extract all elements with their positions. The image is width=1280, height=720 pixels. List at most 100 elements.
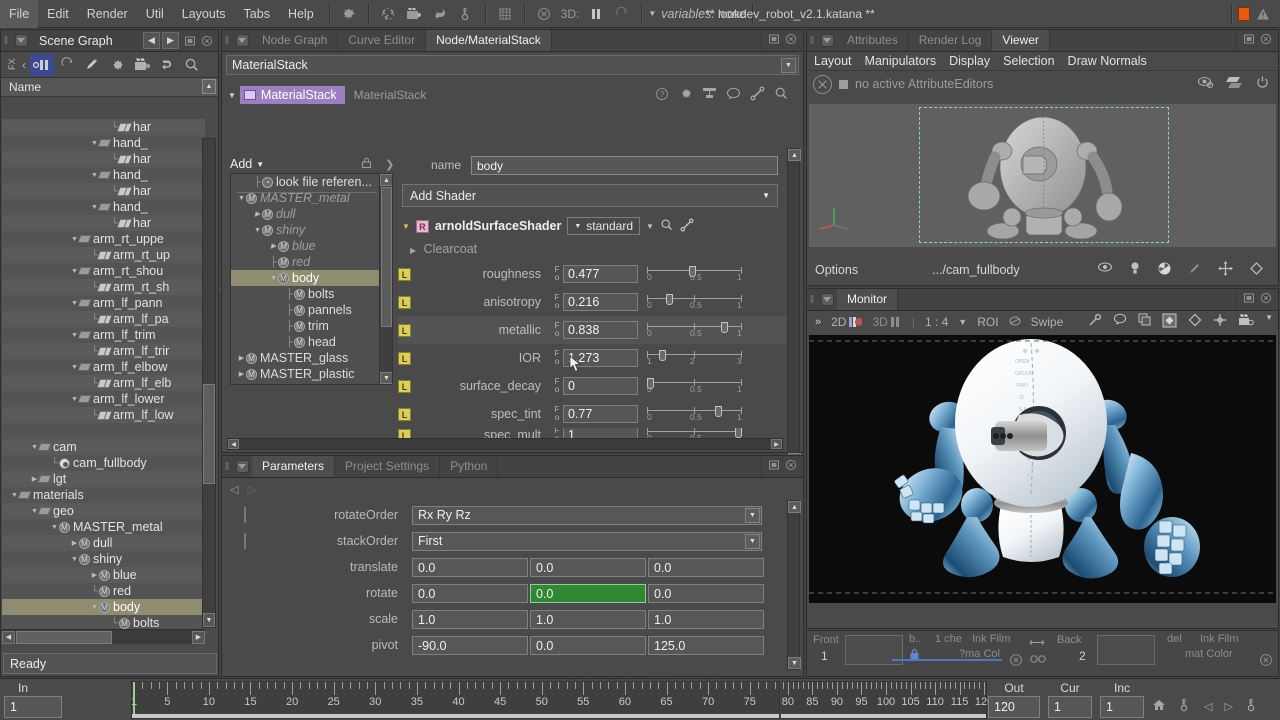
eyedropper-icon[interactable] (1088, 313, 1102, 331)
rotate-icon[interactable] (1249, 261, 1264, 279)
tab-node-graph[interactable]: Node Graph (252, 30, 339, 51)
params-horizontal-scrollbar[interactable]: ◀ ▶ (227, 438, 783, 450)
expression-icon[interactable]: Fo (551, 406, 563, 422)
record-indicator[interactable] (1238, 7, 1250, 21)
scroll-down-button[interactable]: ▼ (380, 372, 392, 384)
options-label[interactable]: Options (815, 263, 858, 277)
scroll-up-button[interactable]: ▲ (788, 501, 801, 513)
panel-menu-icon[interactable] (232, 456, 252, 477)
chevron-down-icon[interactable]: ▼ (228, 91, 236, 100)
parameter-value-z[interactable]: 125.0 (648, 635, 764, 655)
center-icon[interactable] (1213, 313, 1227, 331)
lock-badge[interactable]: L (398, 323, 411, 337)
close-icon[interactable] (1260, 33, 1272, 48)
scene-graph-row[interactable]: ▼ Mbody (2, 599, 205, 615)
tab-parameters[interactable]: Parameters (252, 456, 336, 477)
node-chip[interactable]: MaterialStack (239, 86, 345, 104)
parameter-select[interactable]: Rx Ry Rz ▼ (412, 505, 762, 525)
chevron-down-icon[interactable]: ▼ (1265, 313, 1273, 331)
parameter-value-x[interactable]: 1.0 (412, 609, 528, 629)
monitor-swipe-button[interactable]: Swipe (1031, 315, 1064, 329)
pencil-icon[interactable] (80, 54, 104, 76)
move-icon[interactable] (1218, 261, 1233, 279)
close-icon[interactable] (1260, 292, 1272, 307)
shader-param-row[interactable]: Lspec_tint Fo 0.77 0 0.5 1 (398, 400, 798, 428)
search-icon[interactable] (660, 218, 674, 235)
scene-graph-row[interactable]: ▼ materials (2, 487, 205, 503)
scene-graph-row[interactable]: └ har (2, 151, 205, 167)
camera-path-label[interactable]: .../cam_fullbody (932, 263, 1020, 277)
shader-param-slider[interactable]: 00.51 (647, 377, 742, 395)
material-stack-row[interactable]: ▶ Mdull (231, 206, 392, 222)
material-stack-row[interactable]: ├ ◔ look file referen... (231, 174, 392, 190)
comment-icon[interactable] (1113, 313, 1127, 331)
scroll-left-button[interactable]: ◀ (2, 630, 15, 644)
nav-back-button[interactable]: ◀ (143, 32, 160, 49)
monitor-3d-button[interactable]: 3D (872, 315, 901, 329)
shader-param-row[interactable]: L IOR Fo 1.273 1 2 3 (398, 344, 798, 372)
shader-param-slider[interactable]: 00.51 (647, 293, 742, 311)
chevron-right-icon[interactable]: ❯ (385, 158, 394, 171)
shutter-icon[interactable] (1157, 261, 1172, 279)
inc-input[interactable]: 1 (1100, 696, 1144, 718)
parameters-vertical-scrollbar[interactable]: ▲ ▼ (787, 500, 801, 670)
viewer-menu-draw-normals[interactable]: Draw Normals (1068, 54, 1147, 68)
home-icon[interactable] (1152, 698, 1166, 715)
tab-python[interactable]: Python (440, 456, 499, 477)
chevron-left-icon[interactable]: ‹ (19, 54, 29, 76)
name-input[interactable]: body (471, 155, 778, 175)
material-stack-row[interactable]: ▼ Mshiny (231, 222, 392, 238)
scene-graph-row[interactable]: ▶ Mdull (2, 535, 205, 551)
shader-param-slider[interactable]: 00.51 (647, 405, 742, 423)
lock-badge[interactable]: L (398, 295, 411, 309)
parameter-checkbox[interactable] (244, 507, 246, 523)
scene-graph-row[interactable]: └ arm_rt_up (2, 247, 205, 263)
nav-forward-button[interactable]: ▶ (162, 32, 179, 49)
link-icon[interactable] (1029, 653, 1047, 668)
shader-param-row[interactable]: Lmetallic Fo 0.838 0 0.5 1 (398, 316, 798, 344)
panel-menu-icon[interactable] (11, 34, 31, 47)
scene-graph-row[interactable] (2, 423, 205, 439)
scroll-up-button[interactable]: ▲ (380, 174, 392, 186)
monitor-2d-button[interactable]: 2D (831, 315, 863, 329)
chevron-down-icon[interactable]: ▼ (50, 524, 59, 531)
scene-graph-row[interactable]: ▼ arm_rt_shou (2, 263, 205, 279)
chevron-right-icon[interactable]: ▶ (237, 354, 246, 362)
swap-icon[interactable]: ⟷ (1029, 636, 1045, 649)
monitor-ratio-label[interactable]: 1 : 4 (925, 315, 948, 329)
refresh-icon[interactable] (55, 54, 79, 76)
shader-param-slider[interactable]: 00.51 (647, 321, 742, 339)
keyframe-icon[interactable] (30, 53, 54, 76)
parameter-value-x[interactable]: 0.0 (412, 557, 528, 577)
scroll-right-button[interactable]: ▶ (192, 630, 205, 644)
scroll-thumb[interactable] (381, 187, 392, 327)
material-stack-row[interactable]: ▼ Mbody (231, 270, 392, 286)
lock-icon[interactable] (360, 156, 373, 172)
chevron-down-icon[interactable]: ▼ (269, 275, 278, 282)
material-stack-tree[interactable]: ├ ◔ look file referen... ▼ M MASTER_metal ▶ Mdu… (230, 173, 393, 385)
scroll-up-button[interactable]: ▲ (202, 79, 216, 94)
gear-icon[interactable] (678, 86, 693, 104)
lock-badge[interactable]: L (398, 407, 411, 421)
chevron-down-icon[interactable]: ▼ (958, 317, 967, 327)
shader-param-input[interactable]: 1.273 (563, 349, 638, 367)
tab-node-materialstack[interactable]: Node/MaterialStack (426, 30, 552, 51)
render-output-image[interactable]: OPENGROUP PRO11 S 63 V (809, 335, 1276, 603)
scroll-up-button[interactable]: ▲ (788, 149, 801, 161)
tab-attributes[interactable]: Attributes (837, 30, 909, 51)
material-stack-row[interactable]: ▶ Mblue (231, 238, 392, 254)
shader-param-input[interactable]: 0.216 (563, 293, 638, 311)
tab-viewer[interactable]: Viewer (992, 30, 1050, 51)
chevron-right-icon[interactable]: ▶ (70, 539, 79, 547)
chevron-down-icon[interactable]: ▼ (745, 533, 760, 549)
node-path-field[interactable]: MaterialStack ▼ (226, 55, 799, 75)
maximize-icon[interactable] (768, 33, 780, 48)
shader-param-input[interactable]: 0.77 (563, 405, 638, 423)
wrench-icon[interactable] (680, 218, 694, 235)
lock-badge[interactable]: L (398, 379, 411, 393)
nav-back-button[interactable]: ◁ (230, 483, 238, 496)
shader-param-input[interactable]: 0 (563, 377, 638, 395)
scene-graph-row[interactable]: ▼ arm_lf_pann (2, 295, 205, 311)
comment-icon[interactable] (726, 87, 741, 103)
parameter-select[interactable]: First ▼ (412, 531, 762, 551)
